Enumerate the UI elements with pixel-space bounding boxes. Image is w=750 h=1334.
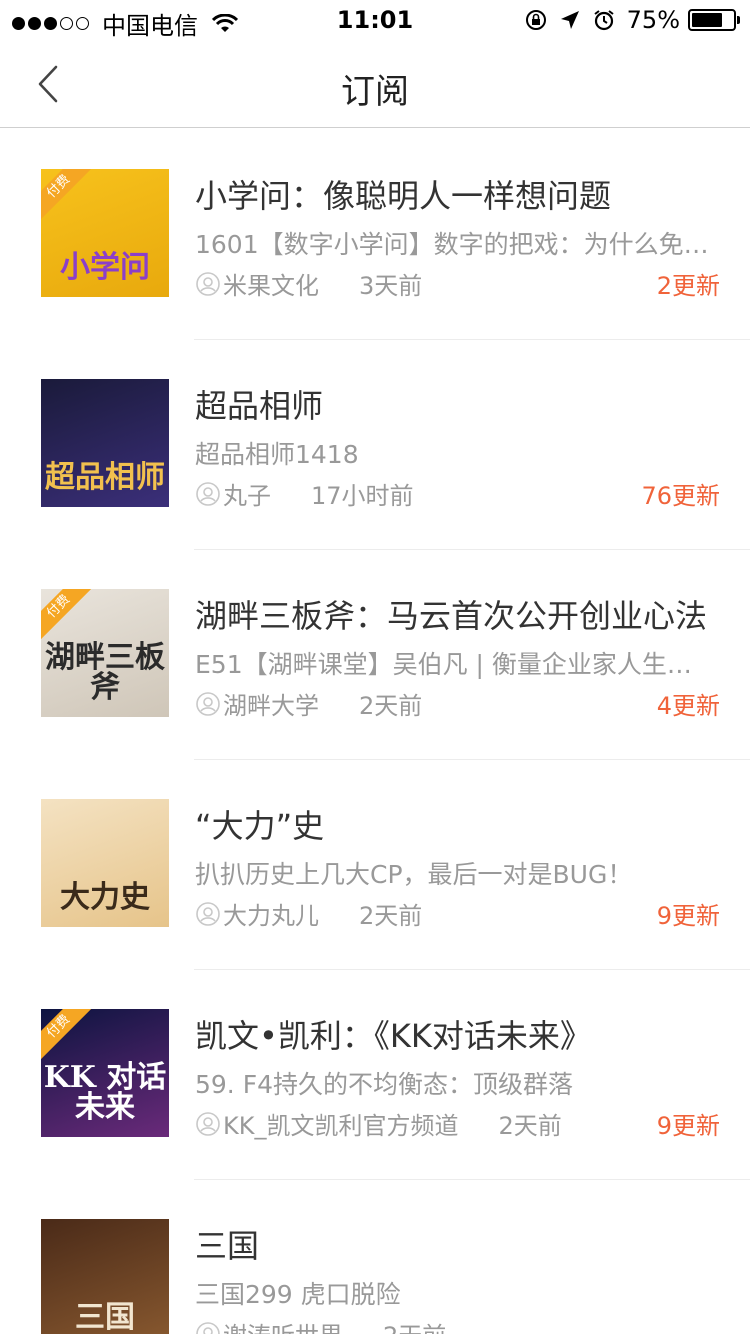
cover-art: 大力史 <box>41 799 169 927</box>
item-latest-episode: 59. F4持久的不均衡态：顶级群落 <box>195 1070 573 1099</box>
nav-bar: 订阅 <box>0 40 750 128</box>
item-title: 湖畔三板斧：马云首次公开创业心法 <box>195 597 708 635</box>
item-meta: 大力丸儿 2天前 <box>195 896 422 931</box>
item-author[interactable]: 湖畔大学 <box>223 686 319 721</box>
status-bar: 中国电信 11:01 75% <box>0 0 750 40</box>
item-author[interactable]: KK_凯文凯利官方频道 <box>223 1106 458 1141</box>
list-item[interactable]: 三国 三国 三国299 虎口脱险 谢涛听世界 2天前 <box>0 1179 750 1334</box>
item-meta: 湖畔大学 2天前 <box>195 686 422 721</box>
list-item[interactable]: 大力史 “大力”史 扒扒历史上几大CP，最后一对是BUG！ 大力丸儿 2天前 9… <box>0 759 750 970</box>
item-meta: KK_凯文凯利官方频道 2天前 <box>195 1106 562 1141</box>
item-author[interactable]: 米果文化 <box>223 266 319 301</box>
item-update-count: 2更新 <box>656 272 720 300</box>
item-meta: 丸子 17小时前 <box>195 476 414 511</box>
item-title: 小学问：像聪明人一样想问题 <box>195 177 612 215</box>
cover-title-art: KK 对话未来 <box>43 1060 167 1125</box>
item-title: 凯文•凯利：《KK对话未来》 <box>195 1017 592 1055</box>
author-icon <box>196 901 220 926</box>
item-title: “大力”史 <box>195 807 325 845</box>
item-time: 3天前 <box>359 272 423 300</box>
item-latest-episode: E51【湖畔课堂】吴伯凡 | 衡量企业家人生… <box>195 650 692 679</box>
cover-title-art: 大力史 <box>60 880 150 915</box>
orientation-lock-icon <box>525 10 546 30</box>
cover-image: 三国 <box>41 1219 169 1334</box>
item-latest-episode: 1601【数字小学问】数字的把戏：为什么免… <box>195 230 709 259</box>
item-time: 2天前 <box>383 1316 446 1334</box>
item-time: 2天前 <box>359 902 423 930</box>
author-icon <box>196 691 220 716</box>
item-meta: 谢涛听世界 2天前 <box>195 1316 446 1334</box>
item-title: 三国 <box>195 1227 260 1265</box>
location-arrow-icon <box>560 11 579 29</box>
cover-title-art: 小学问 <box>60 250 150 285</box>
list-item[interactable]: 湖畔三板斧 付费 湖畔三板斧：马云首次公开创业心法 E51【湖畔课堂】吴伯凡 |… <box>0 549 750 760</box>
cover-image: 湖畔三板斧 付费 <box>41 589 169 717</box>
alarm-icon <box>594 10 614 31</box>
item-meta: 米果文化 3天前 <box>195 266 422 301</box>
subscription-list: 小学问 付费 小学问：像聪明人一样想问题 1601【数字小学问】数字的把戏：为什… <box>0 129 750 1334</box>
cover-title-art: 超品相师 <box>45 460 165 495</box>
battery-icon <box>688 9 740 31</box>
item-update-count: 76更新 <box>641 482 720 510</box>
status-right: 75% <box>513 6 740 34</box>
item-time: 2天前 <box>498 1112 562 1140</box>
item-update-count: 9更新 <box>656 1112 720 1140</box>
cover-image: 小学问 付费 <box>41 169 169 297</box>
item-update-count: 9更新 <box>656 902 720 930</box>
author-icon <box>196 271 220 296</box>
item-time: 17小时前 <box>311 482 414 510</box>
item-time: 2天前 <box>359 692 423 720</box>
item-author[interactable]: 大力丸儿 <box>223 896 319 931</box>
page-title: 订阅 <box>341 72 409 112</box>
cover-image: 大力史 <box>41 799 169 927</box>
item-latest-episode: 三国299 虎口脱险 <box>195 1280 401 1309</box>
item-author[interactable]: 谢涛听世界 <box>223 1316 343 1334</box>
author-icon <box>196 1321 220 1334</box>
list-item[interactable]: 超品相师 超品相师 超品相师1418 丸子 17小时前 76更新 <box>0 339 750 550</box>
author-icon <box>196 1111 220 1136</box>
list-item[interactable]: 小学问 付费 小学问：像聪明人一样想问题 1601【数字小学问】数字的把戏：为什… <box>0 129 750 340</box>
item-author[interactable]: 丸子 <box>223 476 271 511</box>
author-icon <box>196 481 220 506</box>
cover-art: 超品相师 <box>41 379 169 507</box>
item-latest-episode: 超品相师1418 <box>195 440 359 469</box>
cover-art: 三国 <box>41 1219 169 1334</box>
list-item[interactable]: KK 对话未来 付费 凯文•凯利：《KK对话未来》 59. F4持久的不均衡态：… <box>0 969 750 1180</box>
battery-percent: 75% <box>626 6 680 34</box>
cover-title-art: 三国 <box>75 1300 135 1334</box>
item-update-count: 4更新 <box>656 692 720 720</box>
item-title: 超品相师 <box>195 387 324 425</box>
cover-title-art: 湖畔三板斧 <box>45 640 165 705</box>
item-latest-episode: 扒扒历史上几大CP，最后一对是BUG！ <box>195 860 633 889</box>
battery-level-fill <box>692 13 722 27</box>
cover-image: 超品相师 <box>41 379 169 507</box>
cover-image: KK 对话未来 付费 <box>41 1009 169 1137</box>
